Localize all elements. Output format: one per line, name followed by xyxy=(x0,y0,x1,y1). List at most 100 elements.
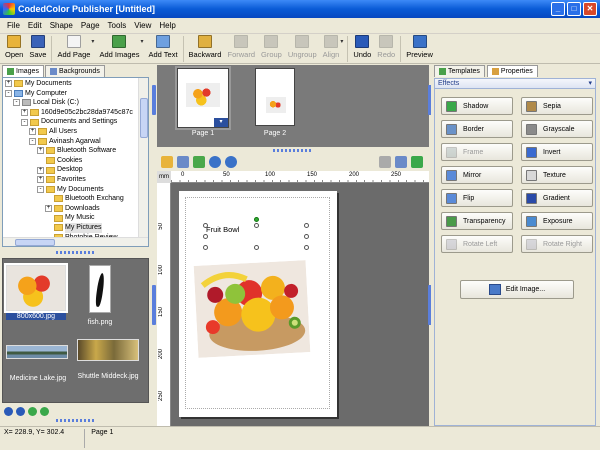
invert-button[interactable]: Invert xyxy=(521,143,593,161)
resize-handle[interactable] xyxy=(254,223,259,228)
gallery-splitter[interactable] xyxy=(2,417,149,423)
globe-icon[interactable] xyxy=(40,407,49,416)
tree-item[interactable]: - Local Disk (C:) xyxy=(5,98,146,108)
tree-item[interactable]: +160d9e05c2bc28da9745c87c xyxy=(5,108,146,118)
collapse-icon[interactable]: - xyxy=(13,99,20,107)
expand-icon[interactable]: + xyxy=(37,176,44,184)
expand-icon[interactable] xyxy=(45,215,52,222)
gradient-button[interactable]: Gradient xyxy=(521,189,593,207)
undo-button[interactable]: Undo xyxy=(350,34,374,60)
left-collapse-grip[interactable] xyxy=(152,285,156,325)
gallery-item[interactable]: Shuttle Middeck.jpg xyxy=(73,339,143,380)
tree-item[interactable]: + All Users xyxy=(5,127,146,137)
ungroup-button[interactable]: Ungroup xyxy=(285,34,320,60)
folder-tree[interactable]: + My Documents - My Computer - Local Disk (C:… xyxy=(2,77,149,247)
image-gallery[interactable]: 800x600.jpg fish.png Medicine Lake.jpg S… xyxy=(2,258,149,403)
preview-button[interactable]: Preview xyxy=(403,34,436,60)
menu-item-page[interactable]: Page xyxy=(77,21,104,30)
zoom-out-icon[interactable] xyxy=(225,156,237,168)
resize-handle[interactable] xyxy=(254,245,259,250)
border-button[interactable]: Border xyxy=(441,120,513,138)
shadow-button[interactable]: Shadow xyxy=(441,97,513,115)
backward-button[interactable]: Backward xyxy=(186,34,225,60)
chevron-down-icon[interactable]: ▾ xyxy=(214,118,228,127)
menu-item-tools[interactable]: Tools xyxy=(104,21,131,30)
tab-templates[interactable]: Templates xyxy=(434,65,485,77)
menu-item-view[interactable]: View xyxy=(130,21,155,30)
flip-button[interactable]: Flip xyxy=(441,189,513,207)
expand-icon[interactable]: + xyxy=(29,128,36,136)
fruit-bowl-image[interactable] xyxy=(193,260,311,358)
dropdown-caret-icon[interactable]: ▾ xyxy=(140,38,143,45)
tree-item[interactable]: + Favorites xyxy=(5,175,146,185)
align-button[interactable]: Align xyxy=(320,34,343,60)
grayscale-button[interactable]: Grayscale xyxy=(521,120,593,138)
expand-icon[interactable] xyxy=(45,195,52,202)
tree-item[interactable]: + My Documents xyxy=(5,79,146,89)
menu-item-shape[interactable]: Shape xyxy=(46,21,77,30)
effects-header[interactable]: Effects ▾ xyxy=(434,78,596,89)
tree-item[interactable]: My Pictures xyxy=(5,222,146,233)
zoom-out-icon[interactable] xyxy=(16,407,25,416)
tree-item[interactable]: Bluetooth Exchang xyxy=(5,194,146,204)
minimize-icon[interactable]: _ xyxy=(551,2,565,16)
collapse-icon[interactable]: - xyxy=(21,118,28,126)
dropdown-caret-icon[interactable]: ▾ xyxy=(91,38,94,45)
tree-item[interactable]: + Desktop xyxy=(5,165,146,175)
resize-handle[interactable] xyxy=(304,223,309,228)
left-splitter[interactable] xyxy=(2,249,149,255)
frame-button[interactable]: Frame xyxy=(441,143,513,161)
menu-item-help[interactable]: Help xyxy=(155,21,179,30)
resize-handle[interactable] xyxy=(304,234,309,239)
tab-images[interactable]: Images xyxy=(2,65,44,77)
next-page-icon[interactable] xyxy=(411,156,423,168)
forward-button[interactable]: Forward xyxy=(224,34,258,60)
tree-item[interactable]: My Music xyxy=(5,213,146,223)
tree-item[interactable]: - Documents and Settings xyxy=(5,117,146,127)
image-info-icon[interactable] xyxy=(28,407,37,416)
tree-item[interactable]: - My Documents xyxy=(5,185,146,195)
save-button[interactable]: Save xyxy=(26,34,49,60)
tab-backgrounds[interactable]: Backgrounds xyxy=(44,65,105,77)
expand-icon[interactable]: + xyxy=(45,205,52,213)
zoom-in-icon[interactable] xyxy=(209,156,221,168)
close-icon[interactable]: ✕ xyxy=(583,2,597,16)
mirror-button[interactable]: Mirror xyxy=(441,166,513,184)
tree-item[interactable]: - Avinash Agarwal xyxy=(5,137,146,147)
document-page[interactable]: Fruit Bowl xyxy=(179,191,337,417)
expand-icon[interactable]: + xyxy=(37,166,44,174)
transparency-button[interactable]: Transparency xyxy=(441,212,513,230)
tree-vertical-scrollbar[interactable] xyxy=(138,78,148,246)
ruler-icon[interactable] xyxy=(161,156,173,168)
sepia-button[interactable]: Sepia xyxy=(521,97,593,115)
add-images-button[interactable]: Add Images xyxy=(96,34,142,60)
expand-icon[interactable]: + xyxy=(37,147,44,155)
tree-item[interactable]: + Downloads xyxy=(5,204,146,214)
tab-properties[interactable]: Properties xyxy=(486,65,538,77)
collapse-icon[interactable]: - xyxy=(37,185,44,193)
expand-icon[interactable]: + xyxy=(5,80,12,88)
zoom-in-icon[interactable] xyxy=(4,407,13,416)
text-box[interactable]: Fruit Bowl xyxy=(206,225,239,234)
dropdown-caret-icon[interactable]: ▾ xyxy=(340,38,343,45)
previous-page-icon[interactable] xyxy=(379,156,391,168)
expand-icon[interactable] xyxy=(37,157,44,164)
add-page-button[interactable]: Add Page xyxy=(54,34,93,60)
fit-page-icon[interactable] xyxy=(193,156,205,168)
gallery-item[interactable]: fish.png xyxy=(85,265,115,326)
gallery-item[interactable]: 800x600.jpg xyxy=(4,263,68,320)
edit-image-button[interactable]: Edit Image... xyxy=(460,280,574,299)
rotate-handle[interactable] xyxy=(254,217,259,222)
collapse-icon[interactable]: - xyxy=(5,89,12,97)
collapse-icon[interactable]: - xyxy=(29,137,36,145)
resize-handle[interactable] xyxy=(203,234,208,239)
redo-button[interactable]: Redo xyxy=(374,34,398,60)
page-preview-icon[interactable] xyxy=(395,156,407,168)
menu-item-edit[interactable]: Edit xyxy=(24,21,46,30)
open-button[interactable]: Open xyxy=(2,34,26,60)
design-canvas[interactable]: 0 50 100 150 200 250 50 100 150 200 250 mm Fruit … xyxy=(157,171,429,426)
page-thumbnail-1[interactable]: ▾ xyxy=(175,66,231,130)
maximize-icon[interactable]: □ xyxy=(567,2,581,16)
page-thumbnail-2[interactable] xyxy=(255,68,295,126)
resize-handle[interactable] xyxy=(203,245,208,250)
